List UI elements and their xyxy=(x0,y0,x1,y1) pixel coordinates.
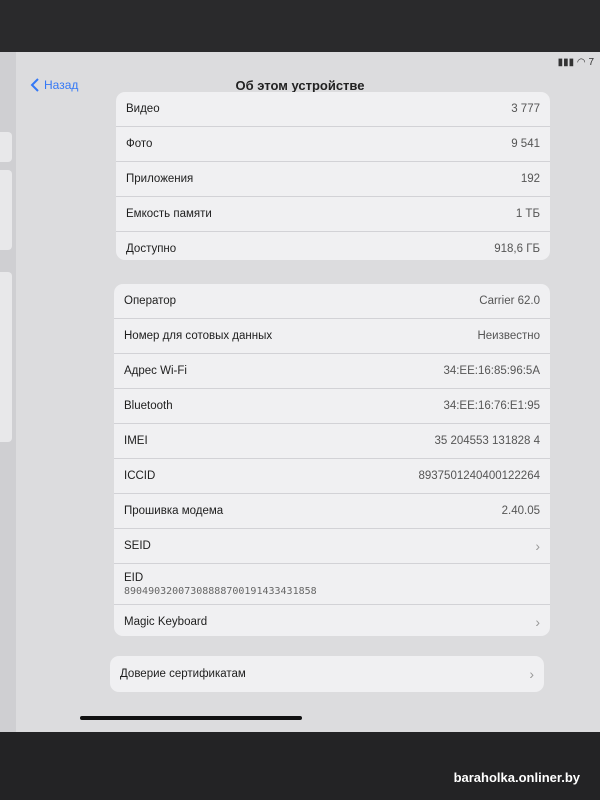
row-label: Оператор xyxy=(124,295,177,307)
network-group: Оператор Carrier 62.0 Номер для сотовых … xyxy=(114,284,550,636)
row-label: Адрес Wi-Fi xyxy=(124,365,187,377)
device-bezel-top xyxy=(0,0,600,52)
row-available: Доступно 918,6 ГБ xyxy=(116,232,550,260)
row-value: 1 ТБ xyxy=(515,208,540,220)
row-photos: Фото 9 541 xyxy=(116,127,550,162)
row-imei: IMEI 35 204553 131828 4 xyxy=(114,424,550,459)
trust-group: Доверие сертификатам › xyxy=(110,656,544,692)
row-label: Номер для сотовых данных xyxy=(124,330,273,342)
row-bluetooth: Bluetooth 34:EE:16:76:E1:95 xyxy=(114,389,550,424)
row-value: 3 777 xyxy=(511,103,540,115)
chevron-right-icon: › xyxy=(535,538,540,554)
row-label: Bluetooth xyxy=(124,400,173,412)
row-label: Приложения xyxy=(126,173,194,185)
row-cellular-number: Номер для сотовых данных Неизвестно xyxy=(114,319,550,354)
row-seid[interactable]: SEID › xyxy=(114,529,550,564)
row-label: Доступно xyxy=(126,243,177,255)
row-iccid: ICCID 8937501240400122264 xyxy=(114,459,550,494)
device-bezel-bottom xyxy=(0,732,600,800)
page-title: Об этом устройстве xyxy=(235,78,365,93)
row-label: Прошивка модема xyxy=(124,505,224,517)
row-value: 918,6 ГБ xyxy=(494,243,540,255)
sidebar-item[interactable] xyxy=(0,132,12,162)
row-carrier: Оператор Carrier 62.0 xyxy=(114,284,550,319)
row-label: Емкость памяти xyxy=(126,208,212,220)
row-value: 89049032007308888700191433431858 xyxy=(124,585,317,597)
row-eid: EID 89049032007308888700191433431858 xyxy=(114,564,550,605)
row-modem-firmware: Прошивка модема 2.40.05 xyxy=(114,494,550,529)
row-magic-keyboard[interactable]: Magic Keyboard › xyxy=(114,605,550,636)
sidebar-edge xyxy=(0,52,16,732)
row-label: ICCID xyxy=(124,470,156,482)
row-value: Carrier 62.0 xyxy=(479,295,540,307)
row-value: Неизвестно xyxy=(477,330,540,342)
row-videos: Видео 3 777 xyxy=(116,92,550,127)
row-label: SEID xyxy=(124,540,151,552)
row-value: 34:EE:16:85:96:5A xyxy=(443,365,540,377)
row-label: Фото xyxy=(126,138,153,150)
battery-text: 7 xyxy=(588,57,594,68)
settings-screen: ▮▮▮ ◠ 7 Назад Об этом устройстве Видео 3… xyxy=(0,52,600,732)
row-label: EID xyxy=(124,571,144,584)
sidebar-item[interactable] xyxy=(0,170,12,250)
row-label: Доверие сертификатам xyxy=(120,668,246,680)
row-apps: Приложения 192 xyxy=(116,162,550,197)
home-indicator[interactable] xyxy=(80,716,302,720)
row-value: 35 204553 131828 4 xyxy=(434,435,540,447)
sidebar-item[interactable] xyxy=(0,272,12,442)
row-label: IMEI xyxy=(124,435,148,447)
storage-group: Видео 3 777 Фото 9 541 Приложения 192 Ем… xyxy=(116,92,550,260)
row-capacity: Емкость памяти 1 ТБ xyxy=(116,197,550,232)
chevron-right-icon: › xyxy=(535,614,540,630)
row-value: 9 541 xyxy=(511,138,540,150)
status-bar: ▮▮▮ ◠ 7 xyxy=(558,57,594,68)
row-wifi-address: Адрес Wi-Fi 34:EE:16:85:96:5A xyxy=(114,354,550,389)
signal-icon: ▮▮▮ xyxy=(557,57,575,68)
watermark: baraholka.onliner.by xyxy=(453,770,580,785)
row-label: Magic Keyboard xyxy=(124,616,208,628)
row-value: 2.40.05 xyxy=(501,505,540,517)
row-value: 192 xyxy=(520,173,540,185)
chevron-right-icon: › xyxy=(529,666,534,682)
wifi-icon: ◠ xyxy=(576,57,586,68)
row-value: 34:EE:16:76:E1:95 xyxy=(443,400,540,412)
row-label: Видео xyxy=(126,103,160,115)
row-certificate-trust[interactable]: Доверие сертификатам › xyxy=(110,656,544,692)
row-value: 8937501240400122264 xyxy=(418,470,540,482)
